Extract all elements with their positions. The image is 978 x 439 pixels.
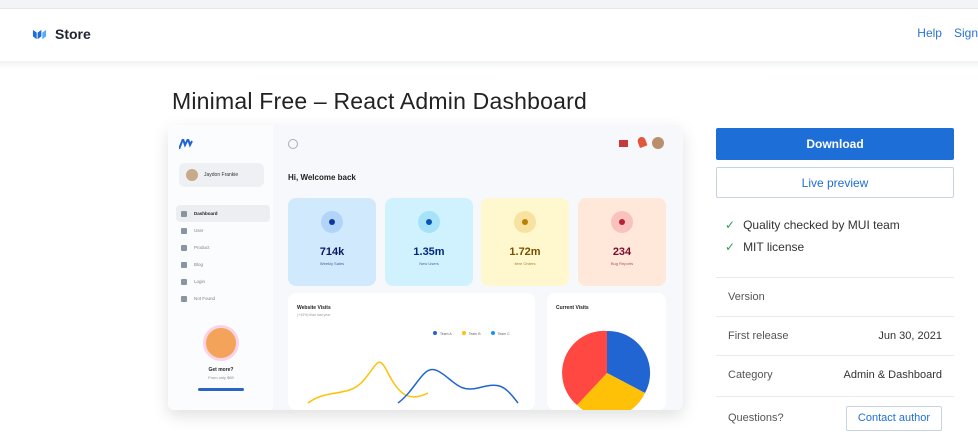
- preview-nav-item: User: [176, 222, 270, 239]
- feature-text: MIT license: [743, 240, 805, 254]
- info-value: Jun 30, 2021: [878, 329, 942, 342]
- chart-lines: [307, 361, 519, 404]
- preview-username: Jaydon Frankie: [204, 172, 239, 178]
- promo-subtitle: From only $69: [208, 375, 234, 380]
- preview-logo-icon: [179, 139, 193, 149]
- promo-illustration: [203, 325, 239, 361]
- preview-stat-card: 1.35m New Users: [385, 198, 473, 286]
- stat-icon: [611, 211, 633, 233]
- info-row-first-release: First release Jun 30, 2021: [716, 316, 954, 354]
- top-border: [0, 0, 978, 9]
- stat-label: New Users: [419, 261, 439, 266]
- dashboard-preview-image: Jaydon Frankie Dashboard User Product Bl…: [168, 125, 683, 410]
- stat-label: Bug Reports: [610, 261, 634, 266]
- stat-label: Item Orders: [514, 261, 536, 266]
- nav-icon: [181, 210, 187, 217]
- stat-label: Weekly Sales: [319, 261, 345, 266]
- series-line-blue: [397, 368, 519, 404]
- preview-stat-card: 1.72m Item Orders: [481, 198, 569, 286]
- app-header: Store Help Sign: [0, 9, 978, 61]
- info-row-version: Version: [716, 277, 954, 315]
- download-button[interactable]: Download: [716, 128, 954, 160]
- series-line-yellow: [307, 361, 429, 404]
- stat-icon: [321, 211, 343, 233]
- brand-name: Store: [55, 26, 91, 42]
- preview-nav: Dashboard User Product Blog Login Not Fo…: [176, 205, 270, 307]
- info-label: Version: [728, 290, 765, 303]
- info-label: Questions?: [728, 412, 784, 424]
- preview-flag-icon: [619, 140, 628, 147]
- contact-author-button[interactable]: Contact author: [846, 405, 942, 431]
- stat-value: 234: [612, 246, 632, 258]
- nav-icon: [181, 261, 187, 268]
- stat-icon: [418, 211, 440, 233]
- stat-value: 1.72m: [509, 246, 541, 258]
- check-icon: ✓: [725, 218, 736, 232]
- nav-icon: [181, 227, 187, 234]
- check-icon: ✓: [725, 240, 736, 254]
- preview-nav-item: Product: [176, 239, 270, 256]
- preview-nav-item: Blog: [176, 256, 270, 273]
- top-links: Help Sign: [917, 26, 978, 40]
- preview-stat-card: 234 Bug Reports: [578, 198, 666, 286]
- stat-icon: [514, 211, 536, 233]
- info-row-category: Category Admin & Dashboard: [716, 355, 954, 393]
- nav-icon: [181, 278, 187, 285]
- pie-chart: [562, 330, 651, 410]
- feature-item: ✓ Quality checked by MUI team: [725, 218, 900, 232]
- preview-nav-item: Dashboard: [176, 205, 270, 222]
- preview-stat-card: 714k Weekly Sales: [288, 198, 376, 286]
- brand[interactable]: Store: [32, 26, 91, 42]
- feature-text: Quality checked by MUI team: [743, 218, 900, 232]
- feature-item: ✓ MIT license: [725, 240, 804, 254]
- preview-welcome: Hi, Welcome back: [288, 173, 356, 182]
- preview-sidebar: Jaydon Frankie Dashboard User Product Bl…: [168, 125, 273, 410]
- header-shadow: [0, 61, 978, 69]
- sign-in-link[interactable]: Sign: [954, 26, 978, 40]
- preview-search-icon: [288, 139, 298, 149]
- promo-button: [198, 388, 244, 391]
- stat-value: 1.35m: [413, 246, 445, 258]
- promo-title: Get more?: [208, 367, 234, 373]
- preview-current-visits-chart: Current Visits: [547, 293, 666, 410]
- preview-nav-item: Login: [176, 273, 270, 290]
- live-preview-button[interactable]: Live preview: [716, 167, 954, 198]
- preview-bell-icon: [636, 135, 648, 149]
- help-link[interactable]: Help: [917, 26, 942, 40]
- info-label: First release: [728, 329, 789, 342]
- info-label: Category: [728, 368, 773, 381]
- mui-logo-icon: [32, 29, 47, 39]
- preview-nav-item: Not Found: [176, 290, 270, 307]
- nav-icon: [181, 244, 187, 251]
- preview-promo: Get more? From only $69: [198, 325, 244, 405]
- avatar: [186, 169, 198, 181]
- info-value: Admin & Dashboard: [843, 368, 942, 381]
- preview-website-visits-chart: Website Visits (+43%) than last year Tea…: [288, 293, 535, 410]
- preview-user-card: Jaydon Frankie: [179, 163, 264, 187]
- nav-icon: [181, 295, 187, 302]
- stat-value: 714k: [319, 246, 345, 258]
- page-title: Minimal Free – React Admin Dashboard: [172, 88, 587, 114]
- info-row-questions: Questions? Contact author: [716, 396, 954, 439]
- preview-avatar: [652, 137, 664, 149]
